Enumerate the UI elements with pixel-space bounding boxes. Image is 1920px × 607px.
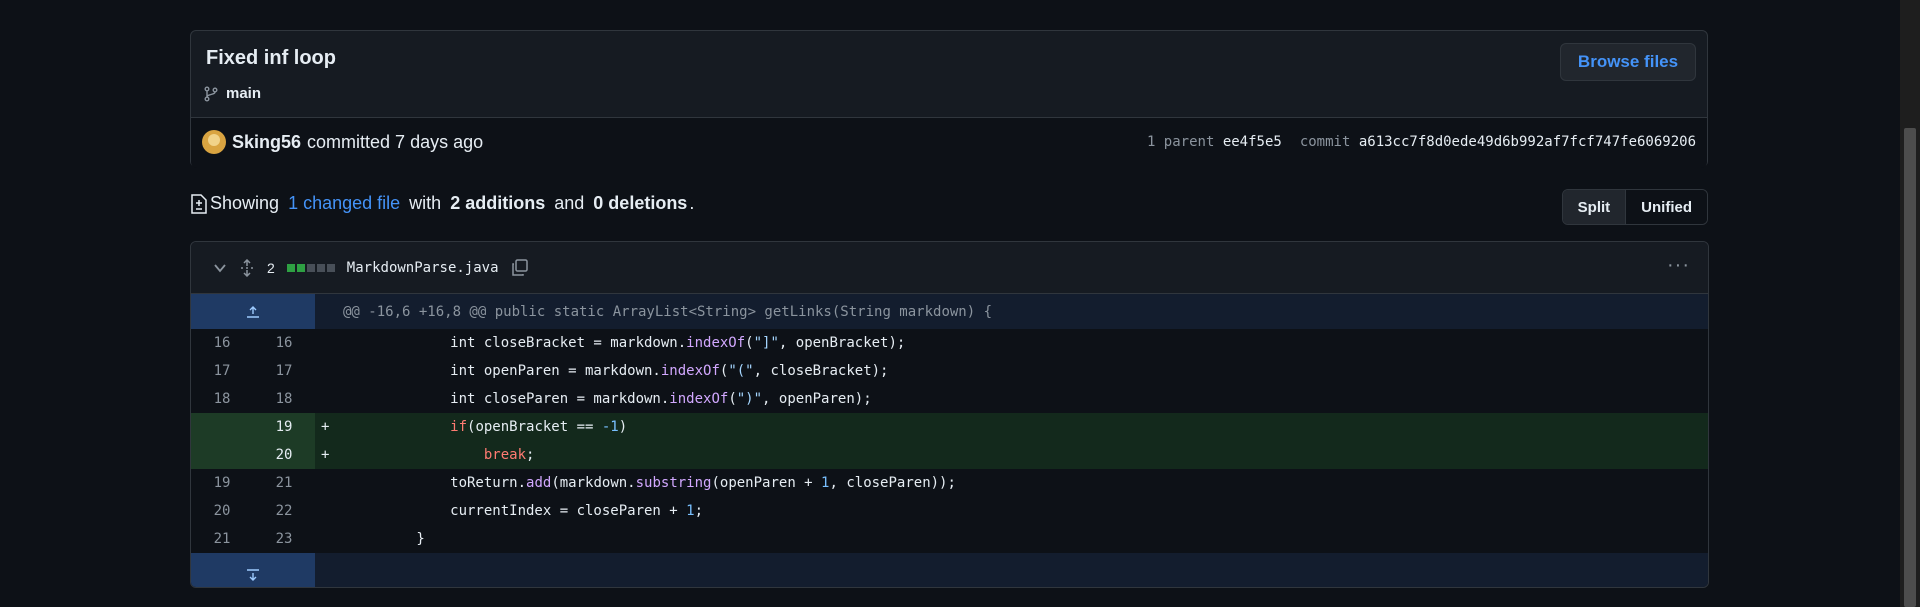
old-line-number[interactable]: 21	[191, 525, 253, 553]
diff-sign	[315, 357, 349, 385]
code-line: int closeBracket = markdown.indexOf("]",…	[349, 335, 906, 351]
old-line-number	[191, 441, 253, 469]
deletions-count: 0 deletions	[593, 193, 688, 213]
commit-label: commit	[1299, 134, 1351, 150]
diff-line-added: 19 + if(openBracket == -1)	[191, 413, 1708, 441]
old-line-number[interactable]: 20	[191, 497, 253, 525]
expand-down-icon[interactable]	[191, 553, 315, 587]
code-line: }	[349, 531, 425, 547]
code-line: break;	[483, 447, 535, 463]
expand-up-icon[interactable]	[191, 294, 315, 329]
unfold-icon[interactable]	[239, 258, 255, 277]
commit-title: Fixed inf loop	[206, 47, 336, 69]
file-diff-icon	[191, 193, 207, 214]
diff-sign	[315, 525, 349, 553]
hunk-header: @@ -16,6 +16,8 @@ public static ArrayLis…	[343, 303, 993, 320]
diff-line: 16 16 int closeBracket = markdown.indexO…	[191, 329, 1708, 357]
diff-sign	[315, 469, 349, 497]
branch[interactable]: main	[203, 85, 261, 102]
diff-sign	[315, 497, 349, 525]
commit-header: Fixed inf loop main Browse files Sking56…	[190, 30, 1708, 168]
diff-sign: +	[321, 447, 330, 463]
new-line-number[interactable]: 18	[253, 385, 315, 413]
file-name[interactable]: MarkdownParse.java	[347, 260, 499, 276]
git-branch-icon	[204, 86, 218, 101]
diff-sign	[315, 329, 349, 357]
commit-summary: Fixed inf loop main Browse files	[191, 31, 1707, 118]
change-count: 2	[267, 259, 275, 276]
old-line-number	[191, 413, 253, 441]
code-line: if(openBracket == -1)	[450, 419, 628, 435]
unified-view-button[interactable]: Unified	[1625, 190, 1707, 224]
old-line-number[interactable]: 18	[191, 385, 253, 413]
new-line-number[interactable]: 21	[253, 469, 315, 497]
additions-count: 2 additions	[450, 193, 546, 213]
file-header: 2 MarkdownParse.java ···	[191, 242, 1708, 294]
code-line: currentIndex = closeParen + 1;	[349, 503, 704, 519]
browse-files-button[interactable]: Browse files	[1560, 43, 1696, 81]
parent-sha[interactable]: ee4f5e5	[1223, 134, 1282, 150]
old-line-number[interactable]: 19	[191, 469, 253, 497]
diff-sign: +	[321, 419, 330, 435]
diff-line: 18 18 int closeParen = markdown.indexOf(…	[191, 385, 1708, 413]
diff-line: 21 23 }	[191, 525, 1708, 553]
more-options-icon[interactable]: ···	[1667, 254, 1690, 277]
old-line-number[interactable]: 17	[191, 357, 253, 385]
new-line-number[interactable]: 23	[253, 525, 315, 553]
hunk-header-row: @@ -16,6 +16,8 @@ public static ArrayLis…	[191, 294, 1708, 329]
period: .	[689, 193, 695, 213]
expand-down-row	[191, 553, 1708, 587]
code-line: toReturn.add(markdown.substring(openPare…	[349, 475, 956, 491]
showing-text: Showing	[210, 193, 280, 213]
code-line: int closeParen = markdown.indexOf(")", o…	[349, 391, 872, 407]
diff-line: 19 21 toReturn.add(markdown.substring(op…	[191, 469, 1708, 497]
commit-time: committed 7 days ago	[307, 131, 484, 152]
commit-author-row: Sking56 committed 7 days ago 1 parent ee…	[191, 118, 1707, 168]
new-line-number[interactable]: 16	[253, 329, 315, 357]
avatar[interactable]	[202, 130, 226, 154]
diff-view-toggle: Split Unified	[1561, 189, 1708, 225]
with-text: with	[409, 193, 442, 213]
old-line-number[interactable]: 16	[191, 329, 253, 357]
copy-icon[interactable]	[511, 258, 529, 277]
diff-summary: Showing 1 changed file with 2 additions …	[190, 193, 694, 214]
split-view-button[interactable]: Split	[1562, 190, 1626, 224]
diff-line: 20 22 currentIndex = closeParen + 1;	[191, 497, 1708, 525]
branch-name: main	[226, 85, 262, 102]
author-name[interactable]: Sking56	[232, 132, 301, 153]
page-scrollbar[interactable]	[1900, 0, 1920, 607]
new-line-number[interactable]: 19	[253, 413, 315, 441]
diff-line-added: 20 + break;	[191, 441, 1708, 469]
commit-meta: 1 parent ee4f5e5 commit a613cc7f8d0ede49…	[1147, 134, 1696, 150]
and-text: and	[554, 193, 585, 213]
new-line-number[interactable]: 22	[253, 497, 315, 525]
new-line-number[interactable]: 20	[253, 441, 315, 469]
diff-sign	[315, 385, 349, 413]
chevron-down-icon[interactable]	[213, 261, 227, 275]
commit-sha: a613cc7f8d0ede49d6b992af7fcf747fe6069206	[1358, 134, 1696, 150]
new-line-number[interactable]: 17	[253, 357, 315, 385]
code-line: int openParen = markdown.indexOf("(", cl…	[349, 363, 889, 379]
parent-label: 1 parent	[1146, 134, 1215, 150]
file-diff: 2 MarkdownParse.java ··· @@ -16,6 +16,8 …	[190, 241, 1709, 588]
scrollbar-thumb[interactable]	[1904, 128, 1916, 607]
diff-line: 17 17 int openParen = markdown.indexOf("…	[191, 357, 1708, 385]
diffstat-bar	[286, 263, 335, 272]
changed-files-link[interactable]: 1 changed file	[288, 193, 400, 214]
